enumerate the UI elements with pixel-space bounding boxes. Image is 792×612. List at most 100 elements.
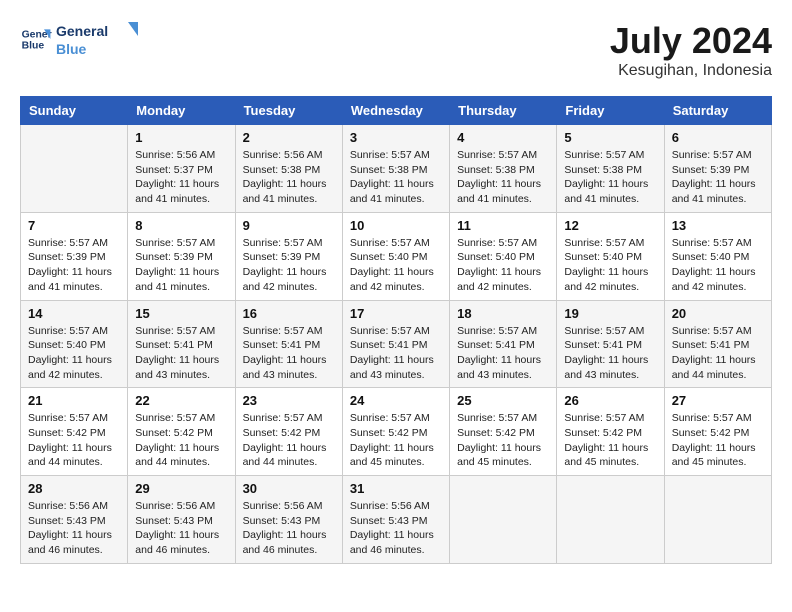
day-number: 31 bbox=[350, 481, 442, 496]
day-number: 30 bbox=[243, 481, 335, 496]
day-number: 25 bbox=[457, 393, 549, 408]
weekday-header-cell: Wednesday bbox=[342, 97, 449, 125]
day-info: Sunrise: 5:57 AMSunset: 5:39 PMDaylight:… bbox=[28, 236, 120, 295]
calendar-week-row: 14Sunrise: 5:57 AMSunset: 5:40 PMDayligh… bbox=[21, 300, 772, 388]
day-number: 19 bbox=[564, 306, 656, 321]
calendar-cell bbox=[450, 476, 557, 564]
calendar-cell: 8 Sunrise: 5:57 AMSunset: 5:39 PMDaylight… bbox=[128, 212, 235, 300]
calendar-cell: 22Sunrise: 5:57 AMSunset: 5:42 PMDayligh… bbox=[128, 388, 235, 476]
day-number: 10 bbox=[350, 218, 442, 233]
calendar-cell: 30 Sunrise: 5:56 AMSunset: 5:43 PMDayligh… bbox=[235, 476, 342, 564]
day-info: Sunrise: 5:57 AMSunset: 5:40 PMDaylight:… bbox=[28, 324, 120, 383]
day-info: Sunrise: 5:57 AMSunset: 5:41 PMDaylight:… bbox=[350, 324, 442, 383]
day-number: 6 bbox=[672, 130, 764, 145]
day-number: 9 bbox=[243, 218, 335, 233]
calendar-cell: 12 Sunrise: 5:57 AMSunset: 5:40 PMDayligh… bbox=[557, 212, 664, 300]
day-info: Sunrise: 5:57 AMSunset: 5:42 PMDaylight:… bbox=[28, 411, 120, 470]
day-info: Sunrise: 5:57 AMSunset: 5:39 PMDaylight:… bbox=[672, 148, 764, 207]
calendar-cell: 21Sunrise: 5:57 AMSunset: 5:42 PMDayligh… bbox=[21, 388, 128, 476]
day-number: 15 bbox=[135, 306, 227, 321]
day-info: Sunrise: 5:57 AMSunset: 5:42 PMDaylight:… bbox=[243, 411, 335, 470]
day-info: Sunrise: 5:57 AMSunset: 5:42 PMDaylight:… bbox=[672, 411, 764, 470]
calendar-cell: 14Sunrise: 5:57 AMSunset: 5:40 PMDayligh… bbox=[21, 300, 128, 388]
day-info: Sunrise: 5:57 AMSunset: 5:41 PMDaylight:… bbox=[564, 324, 656, 383]
day-info: Sunrise: 5:57 AMSunset: 5:41 PMDaylight:… bbox=[135, 324, 227, 383]
weekday-header-cell: Tuesday bbox=[235, 97, 342, 125]
calendar-week-row: 28 Sunrise: 5:56 AMSunset: 5:43 PMDayligh… bbox=[21, 476, 772, 564]
calendar-cell: 23Sunrise: 5:57 AMSunset: 5:42 PMDayligh… bbox=[235, 388, 342, 476]
weekday-header-row: SundayMondayTuesdayWednesdayThursdayFrid… bbox=[21, 97, 772, 125]
logo-svg: General Blue bbox=[56, 20, 146, 58]
weekday-header-cell: Friday bbox=[557, 97, 664, 125]
day-info: Sunrise: 5:57 AMSunset: 5:38 PMDaylight:… bbox=[564, 148, 656, 207]
calendar-week-row: 1 Sunrise: 5:56 AMSunset: 5:37 PMDaylight… bbox=[21, 125, 772, 213]
day-info: Sunrise: 5:57 AMSunset: 5:38 PMDaylight:… bbox=[350, 148, 442, 207]
day-number: 5 bbox=[564, 130, 656, 145]
logo-icon: General Blue bbox=[20, 23, 52, 55]
location-subtitle: Kesugihan, Indonesia bbox=[610, 62, 772, 80]
calendar-cell: 28 Sunrise: 5:56 AMSunset: 5:43 PMDayligh… bbox=[21, 476, 128, 564]
calendar-cell: 25 Sunrise: 5:57 AMSunset: 5:42 PMDayligh… bbox=[450, 388, 557, 476]
day-number: 26 bbox=[564, 393, 656, 408]
day-number: 22 bbox=[135, 393, 227, 408]
day-info: Sunrise: 5:56 AMSunset: 5:43 PMDaylight:… bbox=[28, 499, 120, 558]
day-number: 28 bbox=[28, 481, 120, 496]
weekday-header-cell: Sunday bbox=[21, 97, 128, 125]
day-number: 4 bbox=[457, 130, 549, 145]
day-number: 16 bbox=[243, 306, 335, 321]
day-info: Sunrise: 5:57 AMSunset: 5:42 PMDaylight:… bbox=[457, 411, 549, 470]
day-number: 8 bbox=[135, 218, 227, 233]
calendar-cell: 31 Sunrise: 5:56 AMSunset: 5:43 PMDayligh… bbox=[342, 476, 449, 564]
day-number: 7 bbox=[28, 218, 120, 233]
calendar-cell: 7 Sunrise: 5:57 AMSunset: 5:39 PMDaylight… bbox=[21, 212, 128, 300]
day-info: Sunrise: 5:57 AMSunset: 5:40 PMDaylight:… bbox=[672, 236, 764, 295]
day-info: Sunrise: 5:57 AMSunset: 5:39 PMDaylight:… bbox=[243, 236, 335, 295]
calendar-cell: 18 Sunrise: 5:57 AMSunset: 5:41 PMDayligh… bbox=[450, 300, 557, 388]
day-number: 29 bbox=[135, 481, 227, 496]
day-info: Sunrise: 5:57 AMSunset: 5:42 PMDaylight:… bbox=[564, 411, 656, 470]
day-number: 12 bbox=[564, 218, 656, 233]
calendar-cell: 9 Sunrise: 5:57 AMSunset: 5:39 PMDaylight… bbox=[235, 212, 342, 300]
day-info: Sunrise: 5:57 AMSunset: 5:41 PMDaylight:… bbox=[243, 324, 335, 383]
calendar-cell: 3 Sunrise: 5:57 AMSunset: 5:38 PMDaylight… bbox=[342, 125, 449, 213]
day-info: Sunrise: 5:57 AMSunset: 5:39 PMDaylight:… bbox=[135, 236, 227, 295]
day-info: Sunrise: 5:57 AMSunset: 5:40 PMDaylight:… bbox=[564, 236, 656, 295]
page-header: General Blue General Blue July 2024 Kesu… bbox=[20, 20, 772, 80]
svg-text:General: General bbox=[56, 23, 108, 39]
day-number: 27 bbox=[672, 393, 764, 408]
svg-text:Blue: Blue bbox=[56, 41, 87, 57]
calendar-cell: 4 Sunrise: 5:57 AMSunset: 5:38 PMDaylight… bbox=[450, 125, 557, 213]
calendar-table: SundayMondayTuesdayWednesdayThursdayFrid… bbox=[20, 96, 772, 564]
month-title: July 2024 bbox=[610, 20, 772, 62]
day-number: 2 bbox=[243, 130, 335, 145]
logo: General Blue General Blue bbox=[20, 20, 146, 58]
day-number: 3 bbox=[350, 130, 442, 145]
day-number: 20 bbox=[672, 306, 764, 321]
calendar-cell: 26 Sunrise: 5:57 AMSunset: 5:42 PMDayligh… bbox=[557, 388, 664, 476]
day-number: 18 bbox=[457, 306, 549, 321]
calendar-cell: 20Sunrise: 5:57 AMSunset: 5:41 PMDayligh… bbox=[664, 300, 771, 388]
calendar-cell: 24Sunrise: 5:57 AMSunset: 5:42 PMDayligh… bbox=[342, 388, 449, 476]
calendar-cell bbox=[664, 476, 771, 564]
calendar-week-row: 21Sunrise: 5:57 AMSunset: 5:42 PMDayligh… bbox=[21, 388, 772, 476]
day-info: Sunrise: 5:57 AMSunset: 5:40 PMDaylight:… bbox=[457, 236, 549, 295]
weekday-header-cell: Thursday bbox=[450, 97, 557, 125]
calendar-cell: 1 Sunrise: 5:56 AMSunset: 5:37 PMDaylight… bbox=[128, 125, 235, 213]
calendar-cell: 13Sunrise: 5:57 AMSunset: 5:40 PMDayligh… bbox=[664, 212, 771, 300]
calendar-cell: 17 Sunrise: 5:57 AMSunset: 5:41 PMDayligh… bbox=[342, 300, 449, 388]
day-number: 1 bbox=[135, 130, 227, 145]
day-number: 11 bbox=[457, 218, 549, 233]
day-info: Sunrise: 5:56 AMSunset: 5:43 PMDaylight:… bbox=[243, 499, 335, 558]
day-info: Sunrise: 5:57 AMSunset: 5:41 PMDaylight:… bbox=[457, 324, 549, 383]
day-info: Sunrise: 5:57 AMSunset: 5:38 PMDaylight:… bbox=[457, 148, 549, 207]
day-info: Sunrise: 5:56 AMSunset: 5:43 PMDaylight:… bbox=[350, 499, 442, 558]
calendar-cell: 27 Sunrise: 5:57 AMSunset: 5:42 PMDayligh… bbox=[664, 388, 771, 476]
calendar-cell bbox=[557, 476, 664, 564]
svg-text:Blue: Blue bbox=[22, 41, 45, 52]
calendar-cell: 29Sunrise: 5:56 AMSunset: 5:43 PMDayligh… bbox=[128, 476, 235, 564]
day-info: Sunrise: 5:56 AMSunset: 5:37 PMDaylight:… bbox=[135, 148, 227, 207]
calendar-cell: 5 Sunrise: 5:57 AMSunset: 5:38 PMDaylight… bbox=[557, 125, 664, 213]
calendar-cell bbox=[21, 125, 128, 213]
calendar-cell: 16 Sunrise: 5:57 AMSunset: 5:41 PMDayligh… bbox=[235, 300, 342, 388]
day-number: 17 bbox=[350, 306, 442, 321]
